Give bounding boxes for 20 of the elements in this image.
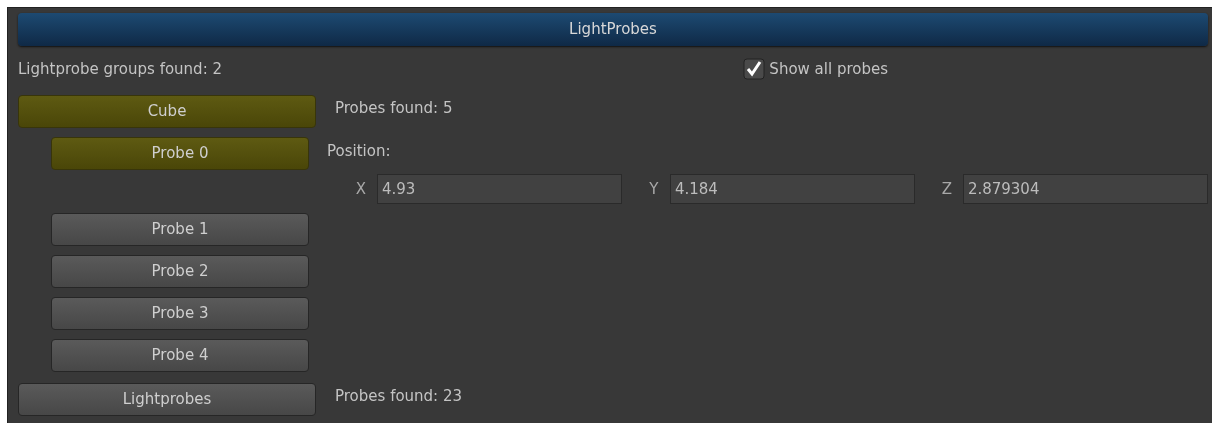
probe-button[interactable]: Probe 3 [51,297,309,330]
checkbox-label: Show all probes [769,58,888,80]
group-button[interactable]: Cube [18,95,316,128]
probes-count-text: Probes found: 23 [335,386,463,408]
probe-button[interactable]: Probe 4 [51,339,309,372]
groups-count-text: Lightprobe groups found: 2 [18,58,222,80]
axis-label: Y [648,178,660,200]
coordinate-field[interactable]: 2.879304 [962,174,1208,204]
group-button[interactable]: Lightprobes [18,383,316,416]
probe-button[interactable]: Probe 2 [51,255,309,288]
axis-label: Z [940,178,954,200]
probe-button[interactable]: Probe 0 [51,137,309,170]
axis-label: X [354,178,368,200]
probe-button[interactable]: Probe 1 [51,213,309,246]
show-all-checkbox[interactable] [743,58,766,80]
probes-count-text: Probes found: 5 [335,98,453,120]
coordinate-field[interactable]: 4.93 [376,174,622,204]
coordinate-field[interactable]: 4.184 [669,174,915,204]
position-label: Position: [327,141,391,163]
panel-header: LightProbes [18,13,1208,46]
